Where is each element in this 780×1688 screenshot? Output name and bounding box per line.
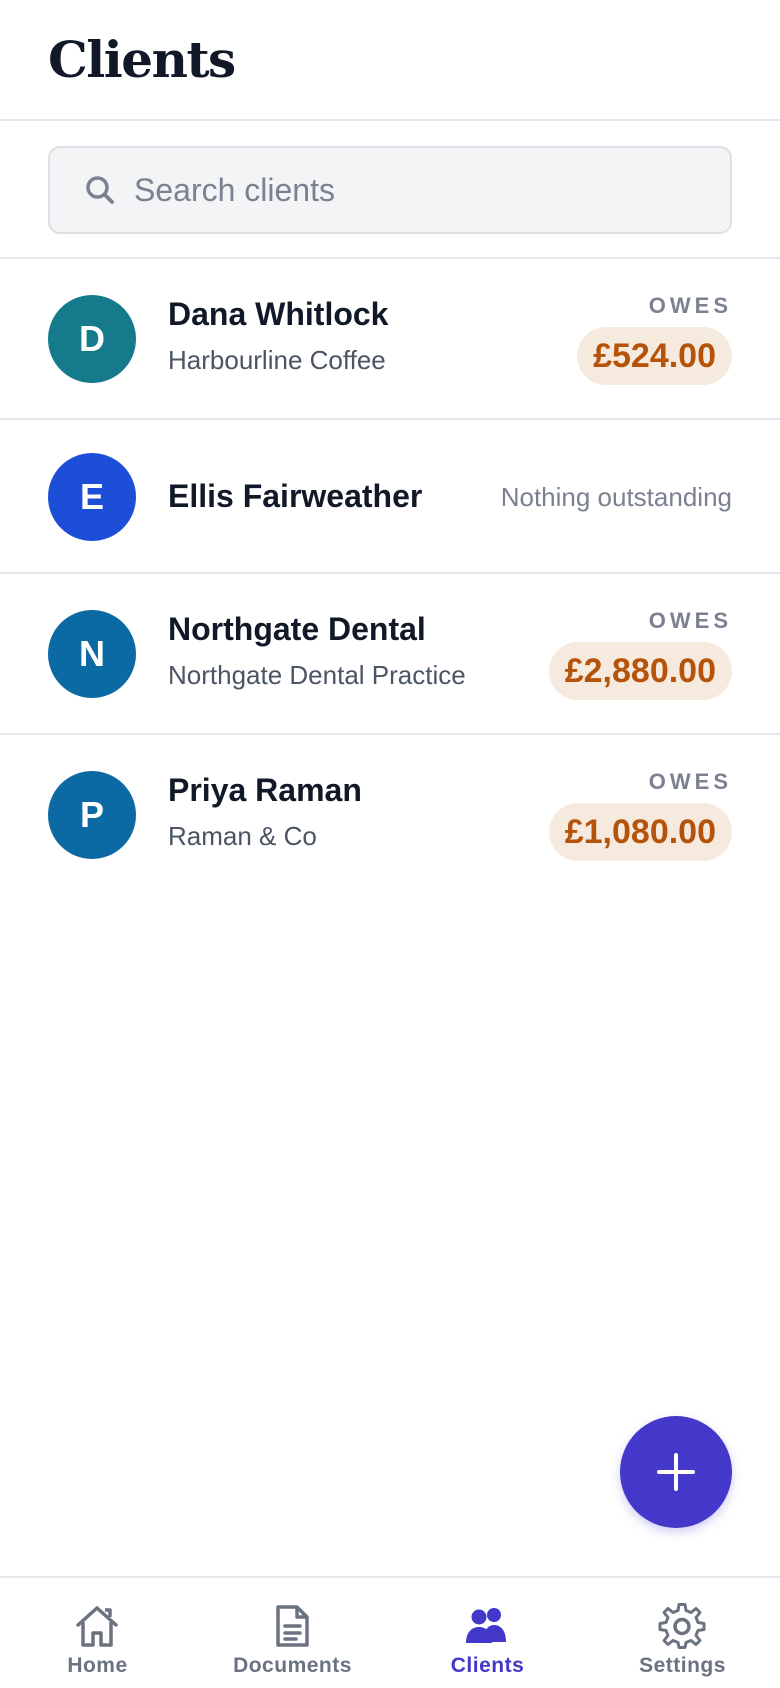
client-name: Ellis Fairweather	[168, 478, 423, 514]
owes-label: OWES	[648, 293, 732, 318]
avatar: D	[48, 295, 136, 383]
users-icon	[466, 1608, 506, 1643]
nav-item-documents[interactable]: Documents	[195, 1578, 390, 1688]
client-company: Northgate Dental Practice	[168, 660, 466, 690]
nav-item-clients[interactable]: Clients	[390, 1578, 585, 1688]
client-company: Harbourline Coffee	[168, 345, 386, 375]
nav-label: Home	[67, 1654, 128, 1677]
client-row-ellis-fairweather[interactable]: E Ellis Fairweather Nothing outstanding	[0, 420, 780, 574]
client-row-dana-whitlock[interactable]: D Dana Whitlock Harbourline Coffee OWES …	[0, 259, 780, 420]
amount-owed-badge: £2,880.00	[548, 642, 732, 700]
owes-label: OWES	[648, 769, 732, 794]
avatar: P	[48, 771, 136, 859]
home-icon	[76, 1606, 118, 1647]
clients-screen: Clients D Dana Whitlock Harbourline Coff…	[0, 0, 780, 1688]
nav-label: Documents	[233, 1654, 352, 1677]
header: Clients	[0, 0, 780, 121]
bottom-nav: Home Documents Clients Settings	[0, 1576, 780, 1688]
search-icon	[86, 176, 114, 204]
amount-owed-badge: £524.00	[577, 327, 732, 385]
add-client-button[interactable]	[620, 1416, 732, 1528]
nav-label: Settings	[639, 1654, 726, 1677]
search-bar	[0, 121, 780, 259]
plus-icon	[657, 1453, 695, 1491]
nav-item-settings[interactable]: Settings	[585, 1578, 780, 1688]
avatar: N	[48, 610, 136, 698]
client-row-northgate-dental[interactable]: N Northgate Dental Northgate Dental Prac…	[0, 574, 780, 735]
search-input[interactable]	[134, 162, 714, 218]
client-name: Northgate Dental	[168, 611, 426, 647]
owes-label: OWES	[648, 608, 732, 633]
document-icon	[276, 1605, 309, 1647]
client-name: Dana Whitlock	[168, 296, 389, 332]
gear-icon	[658, 1603, 706, 1649]
client-name: Priya Raman	[168, 772, 362, 808]
nav-item-home[interactable]: Home	[0, 1578, 195, 1688]
nav-label: Clients	[450, 1654, 525, 1677]
client-list: D Dana Whitlock Harbourline Coffee OWES …	[0, 259, 780, 896]
nothing-outstanding-label: Nothing outstanding	[500, 482, 732, 512]
page-title: Clients	[48, 30, 236, 89]
amount-owed-badge: £1,080.00	[548, 803, 732, 861]
avatar: E	[48, 453, 136, 541]
search-box[interactable]	[48, 146, 732, 234]
client-company: Raman & Co	[168, 821, 317, 851]
client-row-priya-raman[interactable]: P Priya Raman Raman & Co OWES £1,080.00	[0, 735, 780, 896]
